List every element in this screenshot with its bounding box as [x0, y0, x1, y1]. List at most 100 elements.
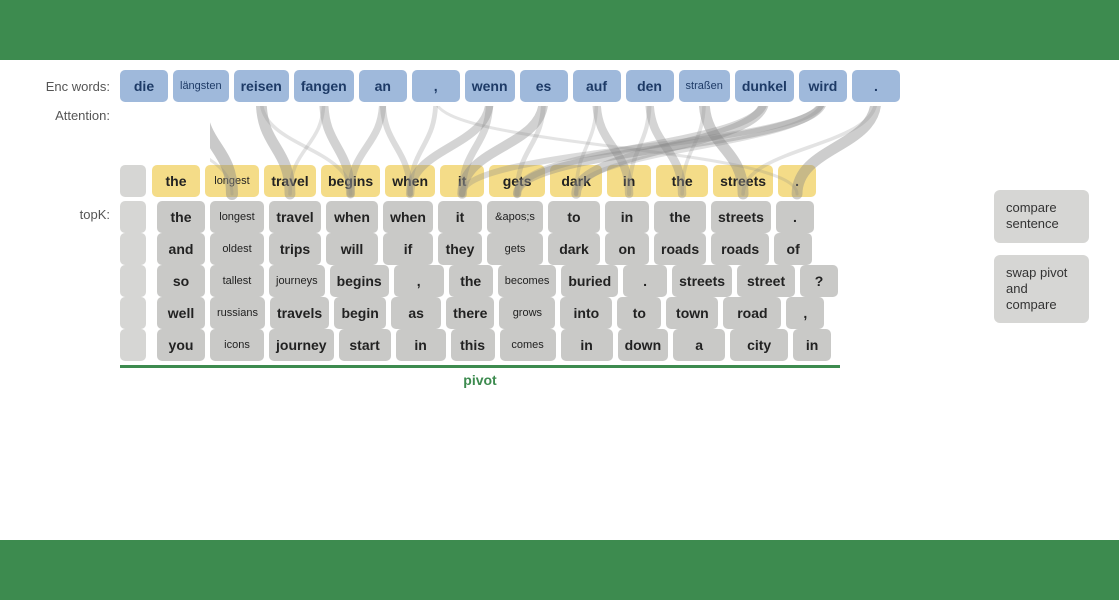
dec-token[interactable]: the	[656, 165, 708, 197]
topk-token[interactable]: this	[451, 329, 495, 361]
topk-token[interactable]: start	[339, 329, 391, 361]
dec-token[interactable]: begins	[321, 165, 380, 197]
topk-token[interactable]: grows	[499, 297, 555, 329]
topk-token[interactable]: as	[391, 297, 441, 329]
topk-token[interactable]: streets	[672, 265, 732, 297]
dec-token[interactable]: .	[778, 165, 816, 197]
topk-token[interactable]: in	[396, 329, 446, 361]
topk-token[interactable]: roads	[654, 233, 706, 265]
dec-token[interactable]: the	[152, 165, 200, 197]
enc-token[interactable]: auf	[573, 70, 621, 102]
topk-token[interactable]: oldest	[210, 233, 264, 265]
topk-token[interactable]: .	[776, 201, 814, 233]
topk-token[interactable]: russians	[210, 297, 265, 329]
topk-token[interactable]: down	[618, 329, 669, 361]
dec-token[interactable]: dark	[550, 165, 602, 197]
topk-token[interactable]: road	[723, 297, 781, 329]
topk-token[interactable]: well	[157, 297, 205, 329]
topk-token[interactable]: travels	[270, 297, 329, 329]
topk-token[interactable]: trips	[269, 233, 321, 265]
topk-token[interactable]: will	[326, 233, 378, 265]
topk-token[interactable]: ,	[394, 265, 444, 297]
topk-token[interactable]: the	[157, 201, 205, 233]
enc-token[interactable]: dunkel	[735, 70, 794, 102]
topk-token[interactable]: the	[449, 265, 493, 297]
topk-token[interactable]: comes	[500, 329, 556, 361]
side-controls: compare sentence swap pivot and compare	[994, 190, 1089, 323]
swap-pivot-compare-button[interactable]: swap pivot and compare	[994, 255, 1089, 324]
enc-token[interactable]: an	[359, 70, 407, 102]
enc-token[interactable]: wenn	[465, 70, 515, 102]
compare-sentence-button[interactable]: compare sentence	[994, 190, 1089, 243]
topk-token[interactable]: and	[157, 233, 205, 265]
enc-token[interactable]: fangen	[294, 70, 354, 102]
topk-token[interactable]: ?	[800, 265, 838, 297]
topk-token[interactable]: roads	[711, 233, 769, 265]
topk-token[interactable]: to	[548, 201, 600, 233]
decoder-tokens: thelongesttravelbeginswhenitgetsdarkinth…	[152, 165, 816, 197]
enc-token[interactable]: es	[520, 70, 568, 102]
topk-token[interactable]: town	[666, 297, 718, 329]
topk-token[interactable]: &apos;s	[487, 201, 543, 233]
topk-token[interactable]: journeys	[269, 265, 325, 297]
topk-token[interactable]: when	[326, 201, 378, 233]
topk-token[interactable]: city	[730, 329, 788, 361]
topk-token[interactable]: to	[617, 297, 661, 329]
topk-body: thelongesttravelwhenwhenit&apos;stointhe…	[120, 201, 838, 361]
topk-row: wellrussianstravelsbeginastheregrowsinto…	[120, 297, 838, 329]
enc-token[interactable]: wird	[799, 70, 847, 102]
enc-token[interactable]: längsten	[173, 70, 229, 102]
topk-row: andoldesttripswilliftheygetsdarkonroadsr…	[120, 233, 838, 265]
topk-token[interactable]: so	[157, 265, 205, 297]
topk-token[interactable]: of	[774, 233, 812, 265]
topk-token[interactable]: on	[605, 233, 649, 265]
topk-token[interactable]: it	[438, 201, 482, 233]
dec-token[interactable]: longest	[205, 165, 259, 197]
topk-token[interactable]: in	[793, 329, 831, 361]
topk-token[interactable]: longest	[210, 201, 264, 233]
topk-token[interactable]: dark	[548, 233, 600, 265]
topk-token[interactable]: streets	[711, 201, 771, 233]
dec-token[interactable]: when	[385, 165, 435, 197]
topk-token[interactable]: in	[605, 201, 649, 233]
dec-token[interactable]: it	[440, 165, 484, 197]
enc-token[interactable]: reisen	[234, 70, 289, 102]
topk-token[interactable]: they	[438, 233, 482, 265]
topk-token[interactable]: when	[383, 201, 433, 233]
enc-token[interactable]: straßen	[679, 70, 730, 102]
dec-token[interactable]: streets	[713, 165, 773, 197]
dec-token[interactable]: in	[607, 165, 651, 197]
topk-token[interactable]: there	[446, 297, 494, 329]
topk-token[interactable]: in	[561, 329, 613, 361]
topk-token[interactable]: buried	[561, 265, 618, 297]
topk-token[interactable]: into	[560, 297, 612, 329]
top-banner	[0, 0, 1119, 60]
enc-token[interactable]: .	[852, 70, 900, 102]
topk-token[interactable]: if	[383, 233, 433, 265]
decoder-lead-slot	[120, 165, 146, 197]
topk-token[interactable]: gets	[487, 233, 543, 265]
topk-token[interactable]: ,	[786, 297, 824, 329]
enc-token[interactable]: die	[120, 70, 168, 102]
enc-label: Enc words:	[30, 79, 120, 94]
topk-token[interactable]: street	[737, 265, 795, 297]
topk-lead-slot	[120, 233, 146, 265]
topk-token[interactable]: icons	[210, 329, 264, 361]
topk-token[interactable]: tallest	[210, 265, 264, 297]
attention-row: Attention:	[30, 106, 1089, 161]
topk-token[interactable]: begins	[330, 265, 389, 297]
topk-token[interactable]: travel	[269, 201, 321, 233]
topk-token[interactable]: begin	[334, 297, 386, 329]
topk-row: youiconsjourneystartinthiscomesindownaci…	[120, 329, 838, 361]
dec-token[interactable]: gets	[489, 165, 545, 197]
topk-token[interactable]: the	[654, 201, 706, 233]
topk-token[interactable]: you	[157, 329, 205, 361]
topk-token[interactable]: .	[623, 265, 667, 297]
enc-token[interactable]: den	[626, 70, 674, 102]
topk-token[interactable]: a	[673, 329, 725, 361]
topk-token[interactable]: journey	[269, 329, 334, 361]
dec-token[interactable]: travel	[264, 165, 316, 197]
topk-token[interactable]: becomes	[498, 265, 557, 297]
decoder-row: thelongesttravelbeginswhenitgetsdarkinth…	[30, 165, 1089, 197]
enc-token[interactable]: ,	[412, 70, 460, 102]
